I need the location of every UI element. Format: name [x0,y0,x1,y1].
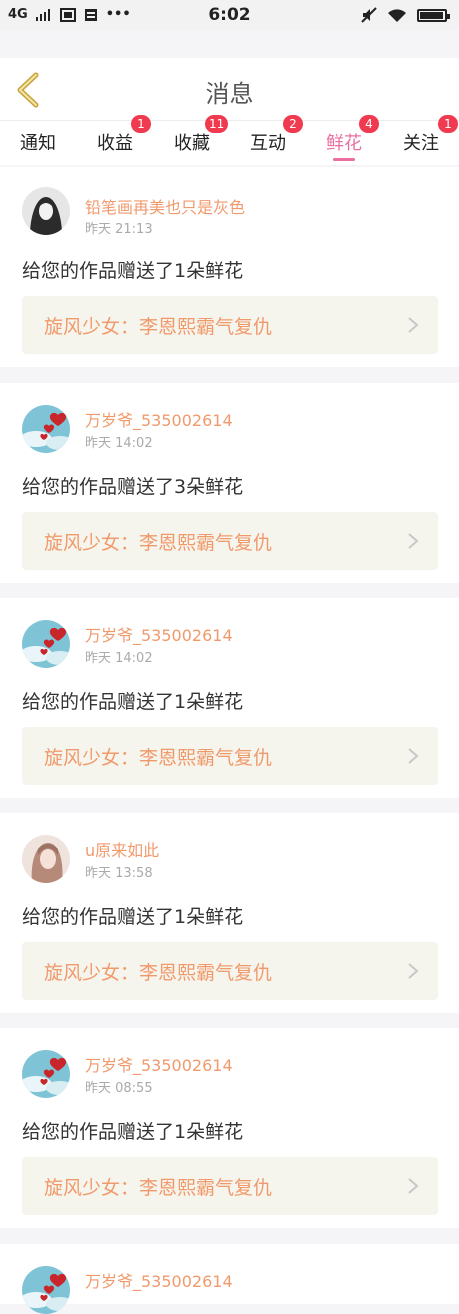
message-card: 万岁爷_535002614 昨天 14:02 给您的作品赠送了3朵鲜花 旋风少女… [0,383,459,583]
tab-interaction[interactable]: 互动 2 [233,115,303,155]
message-time: 昨天 14:02 [85,651,153,666]
tab-badge: 1 [438,115,458,133]
top-spacer [0,30,459,58]
tab-label: 收益 [97,133,133,154]
tab-badge: 11 [205,115,229,133]
tab-earnings[interactable]: 收益 1 [80,115,151,155]
chevron-right-icon [408,748,419,764]
avatar[interactable] [22,835,70,883]
work-title: 旋风少女：李恩熙霸气复仇 [44,532,273,554]
work-link[interactable]: 旋风少女：李恩熙霸气复仇 [22,942,438,1000]
message-time: 昨天 14:02 [85,436,153,451]
message-card: 铅笔画再美也只是灰色 昨天 21:13 给您的作品赠送了1朵鲜花 旋风少女：李恩… [0,167,459,367]
tab-label: 收藏 [174,133,210,154]
tab-flowers[interactable]: 鲜花 4 [309,115,379,155]
avatar[interactable] [22,187,70,235]
work-link[interactable]: 旋风少女：李恩熙霸气复仇 [22,727,438,785]
username[interactable]: u原来如此 [85,837,159,861]
chevron-right-icon [408,533,419,549]
message-time: 昨天 13:58 [85,866,153,881]
message-text: 给您的作品赠送了1朵鲜花 [22,906,244,928]
username[interactable]: 万岁爷_535002614 [85,1052,233,1076]
status-right [361,7,450,23]
tab-favorites[interactable]: 收藏 11 [157,115,229,155]
username[interactable]: 铅笔画再美也只是灰色 [85,194,245,218]
tab-notice[interactable]: 通知 [3,129,73,155]
nav-header: 消息 [0,58,459,121]
tab-label: 通知 [20,133,56,154]
tab-badge: 2 [283,115,303,133]
tab-badge: 4 [359,115,379,133]
message-card: 万岁爷_535002614 [0,1244,459,1314]
avatar[interactable] [22,620,70,668]
message-card: u原来如此 昨天 13:58 给您的作品赠送了1朵鲜花 旋风少女：李恩熙霸气复仇 [0,813,459,1013]
message-time: 昨天 08:55 [85,1081,153,1096]
tab-badge: 1 [131,115,151,133]
message-card: 万岁爷_535002614 昨天 08:55 给您的作品赠送了1朵鲜花 旋风少女… [0,1028,459,1228]
work-title: 旋风少女：李恩熙霸气复仇 [44,1177,273,1199]
page-title: 消息 [205,80,254,108]
tab-label: 互动 [250,133,286,154]
avatar[interactable] [22,405,70,453]
avatar[interactable] [22,1050,70,1098]
message-text: 给您的作品赠送了1朵鲜花 [22,260,244,282]
battery-icon [417,8,450,22]
work-link[interactable]: 旋风少女：李恩熙霸气复仇 [22,1157,438,1215]
work-link[interactable]: 旋风少女：李恩熙霸气复仇 [22,296,438,354]
tab-follow[interactable]: 关注 1 [386,115,458,155]
mute-icon [361,7,377,23]
work-link[interactable]: 旋风少女：李恩熙霸气复仇 [22,512,438,570]
avatar[interactable] [22,1266,70,1314]
chevron-right-icon [408,963,419,979]
message-text: 给您的作品赠送了1朵鲜花 [22,691,244,713]
chevron-right-icon [408,1178,419,1194]
tab-label: 鲜花 [326,133,362,154]
username[interactable]: 万岁爷_535002614 [85,1268,233,1292]
username[interactable]: 万岁爷_535002614 [85,622,233,646]
tab-bar: 通知 收益 1 收藏 11 互动 2 鲜花 4 关注 1 [0,115,459,165]
work-title: 旋风少女：李恩熙霸气复仇 [44,962,273,984]
message-card: 万岁爷_535002614 昨天 14:02 给您的作品赠送了1朵鲜花 旋风少女… [0,598,459,798]
message-text: 给您的作品赠送了3朵鲜花 [22,476,244,498]
username[interactable]: 万岁爷_535002614 [85,407,233,431]
chevron-right-icon [408,317,419,333]
active-tab-indicator [333,158,355,161]
work-title: 旋风少女：李恩熙霸气复仇 [44,316,273,338]
work-title: 旋风少女：李恩熙霸气复仇 [44,747,273,769]
battery-level [420,11,443,19]
message-time: 昨天 21:13 [85,222,153,237]
message-text: 给您的作品赠送了1朵鲜花 [22,1121,244,1143]
wifi-icon [388,8,406,22]
tab-label: 关注 [403,133,439,154]
status-bar: 4G ••• 6:02 [0,0,459,30]
